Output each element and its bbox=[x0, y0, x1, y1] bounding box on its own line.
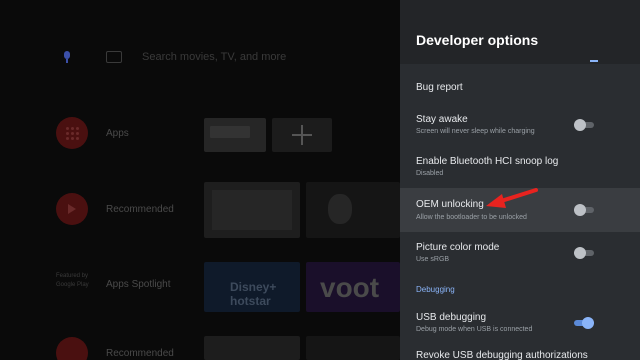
stay-awake-toggle[interactable] bbox=[574, 119, 594, 131]
tile-bottom-1[interactable] bbox=[204, 336, 300, 360]
setting-subtitle: Screen will never sleep while charging bbox=[416, 128, 535, 135]
home-screen: Search movies, TV, and more Apps Recomme… bbox=[0, 0, 400, 360]
youtube-icon bbox=[56, 193, 88, 225]
setting-stay-awake[interactable]: Stay awake Screen will never sleep while… bbox=[400, 108, 640, 142]
row-label-apps: Apps bbox=[106, 127, 129, 139]
voot-logo: voot bbox=[320, 272, 380, 303]
row-apps[interactable]: Apps bbox=[56, 117, 129, 149]
tile-hotstar[interactable]: Disney+ hotstar bbox=[204, 262, 300, 312]
setting-title: Bug report bbox=[416, 82, 463, 93]
hotstar-logo: Disney+ hotstar bbox=[230, 280, 277, 308]
tile-voot[interactable]: voot bbox=[306, 262, 400, 312]
setting-bug-report[interactable]: Bug report bbox=[400, 74, 640, 100]
scroll-indicator bbox=[590, 60, 598, 62]
search-bar[interactable]: Search movies, TV, and more bbox=[62, 46, 286, 68]
red-arrow-icon bbox=[486, 188, 538, 208]
featured-by-text: Featured by bbox=[56, 273, 89, 279]
setting-title: Stay awake bbox=[416, 114, 468, 125]
setting-title: Enable Bluetooth HCI snoop log bbox=[416, 156, 559, 167]
panel-header: Developer options bbox=[400, 0, 640, 64]
setting-title: Picture color mode bbox=[416, 242, 500, 253]
microphone-icon[interactable] bbox=[62, 51, 72, 63]
row-recommended[interactable]: Recommended bbox=[56, 193, 174, 225]
page-title: Developer options bbox=[416, 32, 539, 48]
row-label-apps-spotlight: Apps Spotlight bbox=[106, 279, 171, 290]
tile-bottom-2[interactable] bbox=[306, 336, 400, 360]
row-apps-spotlight[interactable]: Apps Spotlight bbox=[106, 279, 171, 290]
setting-title: USB debugging bbox=[416, 312, 487, 323]
oem-unlocking-toggle[interactable] bbox=[574, 204, 594, 216]
tile-recommended-2[interactable] bbox=[306, 182, 400, 238]
setting-revoke-usb-authorizations[interactable]: Revoke USB debugging authorizations bbox=[400, 346, 640, 360]
tile-recommended-1[interactable] bbox=[204, 182, 300, 238]
setting-bluetooth-hci-snoop-log[interactable]: Enable Bluetooth HCI snoop log Disabled bbox=[400, 150, 640, 184]
setting-subtitle: Debug mode when USB is connected bbox=[416, 326, 533, 333]
keyboard-icon[interactable] bbox=[106, 51, 122, 63]
developer-options-panel: Developer options Bug report Stay awake … bbox=[400, 0, 640, 360]
setting-usb-debugging[interactable]: USB debugging Debug mode when USB is con… bbox=[400, 306, 640, 340]
setting-picture-color-mode[interactable]: Picture color mode Use sRGB bbox=[400, 236, 640, 270]
setting-subtitle: Disabled bbox=[416, 170, 444, 177]
tile-add-app[interactable] bbox=[272, 118, 332, 152]
picture-color-mode-toggle[interactable] bbox=[574, 247, 594, 259]
setting-title: OEM unlocking bbox=[416, 199, 484, 210]
spotlight-caption: Featured by Google Play bbox=[56, 272, 96, 290]
setting-subtitle: Use sRGB bbox=[416, 256, 450, 263]
usb-debugging-toggle[interactable] bbox=[574, 317, 594, 329]
app-icon bbox=[56, 337, 88, 360]
google-play-brand: Google Play bbox=[56, 282, 89, 288]
row-recommended-2[interactable]: Recommended bbox=[56, 337, 174, 360]
tile-google-play[interactable] bbox=[204, 118, 266, 152]
row-label-recommended: Recommended bbox=[106, 203, 174, 215]
search-placeholder: Search movies, TV, and more bbox=[142, 51, 287, 63]
row-label-recommended-2: Recommended bbox=[106, 347, 174, 359]
section-header-debugging: Debugging bbox=[416, 285, 455, 294]
apps-grid-icon bbox=[56, 117, 88, 149]
setting-title: Revoke USB debugging authorizations bbox=[416, 350, 588, 360]
